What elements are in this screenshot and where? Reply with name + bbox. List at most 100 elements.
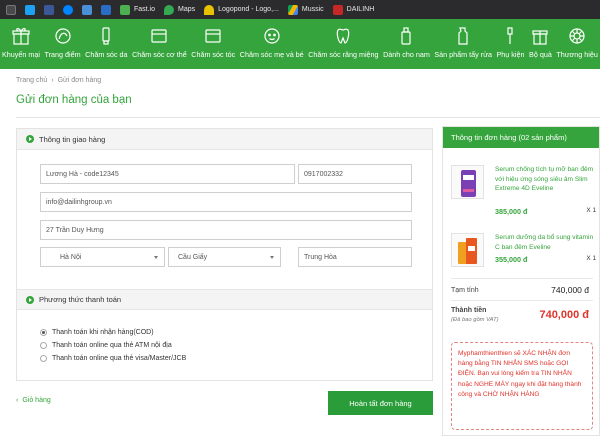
breadcrumb-separator: › <box>51 77 54 84</box>
confirmation-notice: Myphamthienthien sẽ XÁC NHẬN đơn hàng bằ… <box>451 342 593 430</box>
category-cham-soc-toc[interactable]: Chăm sóc tóc <box>191 19 235 69</box>
category-label: Thương hiệu <box>556 50 598 59</box>
category-label: Sản phẩm tẩy rửa <box>434 50 492 59</box>
makeup-icon <box>54 28 71 44</box>
payment-option-label: Thanh toán khi nhận hàng(COD) <box>52 329 154 336</box>
category-label: Dành cho nam <box>383 50 430 59</box>
district-value: Cầu Giấy <box>178 253 208 261</box>
bookmark-mussic[interactable]: Mussic <box>287 0 324 19</box>
bookmark-logopond[interactable]: Logopond - Logo,... <box>204 0 279 19</box>
bookmark-messenger[interactable] <box>63 0 73 19</box>
product-price: 385,000 đ <box>495 207 528 216</box>
bookmark-tab[interactable] <box>6 0 16 19</box>
drive-icon <box>287 4 298 15</box>
category-label: Bộ quà <box>529 50 552 59</box>
page-title: Gửi đơn hàng của bạn <box>16 94 132 106</box>
category-khuyen-mai[interactable]: Khuyến mại <box>2 19 40 69</box>
payment-heading: Phương thức thanh toán <box>39 295 122 304</box>
divider <box>451 300 593 301</box>
bookmark-label: Logopond - Logo,... <box>218 6 279 13</box>
category-danh-cho-nam[interactable]: Dành cho nam <box>383 19 430 69</box>
category-label: Chăm sóc cơ thể <box>132 50 187 59</box>
product-name[interactable]: Serum dưỡng da bổ sung vitamin C ban đêm… <box>495 233 598 252</box>
tooth-icon <box>337 28 350 44</box>
play-icon <box>26 295 34 304</box>
radio-button[interactable] <box>40 329 47 336</box>
category-me-va-be[interactable]: Chăm sóc mẹ và bé <box>240 19 304 69</box>
bookmark-dailinh[interactable]: DAILINH <box>332 0 375 19</box>
category-trang-diem[interactable]: Trang điểm <box>45 19 81 69</box>
product-qty: X 1 <box>586 255 596 262</box>
payment-option-label: Thanh toán online qua thẻ visa/Master/JC… <box>52 355 187 362</box>
total-note: (Đã bao gồm VAT) <box>451 317 499 323</box>
subtotal-label: Tạm tính <box>451 287 479 294</box>
complete-order-button[interactable]: Hoàn tất đơn hàng <box>328 391 433 415</box>
radio-button[interactable] <box>40 355 47 362</box>
product-price: 355,000 đ <box>495 255 528 264</box>
flag-icon <box>101 4 111 15</box>
payment-section-header: Phương thức thanh toán <box>17 289 432 310</box>
hair-icon <box>205 29 221 43</box>
category-bo-qua[interactable]: Bộ quà <box>529 19 552 69</box>
product-qty: X 1 <box>586 207 596 214</box>
chevron-down-icon <box>154 255 158 259</box>
category-cham-soc-da[interactable]: Chăm sóc da <box>85 19 128 69</box>
gift-box-icon <box>532 30 549 45</box>
category-thuong-hieu[interactable]: Thương hiệu <box>556 19 598 69</box>
bookmark-label: Fast.io <box>134 6 156 13</box>
email-field[interactable]: info@dailinhgroup.vn <box>40 192 412 212</box>
back-to-cart-link[interactable]: ‹ Giỏ hàng <box>16 397 51 404</box>
logopond-icon <box>204 4 215 15</box>
twitter-icon <box>25 4 35 15</box>
city-select[interactable]: Hà Nội <box>40 247 165 267</box>
chevron-down-icon <box>270 255 274 259</box>
breadcrumb: Trang chủ › Gửi đơn hàng <box>16 77 101 84</box>
category-label: Khuyến mại <box>2 50 40 59</box>
brush-icon <box>507 27 514 44</box>
payment-option-atm[interactable]: Thanh toán online qua thẻ ATM nội địa <box>40 342 172 349</box>
gift-icon <box>12 28 30 45</box>
total-value: 740,000 đ <box>539 309 589 321</box>
product-name[interactable]: Serum chống tích tụ mỡ ban đêm với hiệu … <box>495 165 598 194</box>
messenger-icon <box>63 4 73 15</box>
radio-button[interactable] <box>40 342 47 349</box>
ward-field[interactable]: Trung Hòa <box>298 247 412 267</box>
summary-heading: Thông tin đơn hàng (02 sản phẩm) <box>443 127 599 148</box>
city-value: Hà Nội <box>60 253 82 261</box>
breadcrumb-home[interactable]: Trang chủ <box>16 77 47 84</box>
fastio-icon <box>120 4 130 15</box>
bookmarks-bar: Fast.io Maps Logopond - Logo,... Mussic … <box>0 0 600 19</box>
bookmark-grid[interactable] <box>82 0 92 19</box>
tab-icon <box>6 4 16 15</box>
breadcrumb-current: Gửi đơn hàng <box>57 77 102 84</box>
chevron-left-icon: ‹ <box>16 397 19 404</box>
bookmark-flag[interactable] <box>101 0 111 19</box>
divider <box>16 117 600 118</box>
payment-option-visa[interactable]: Thanh toán online qua thẻ visa/Master/JC… <box>40 355 186 362</box>
bookmark-label: DAILINH <box>346 6 375 13</box>
bookmark-facebook[interactable] <box>44 0 54 19</box>
grid-icon <box>82 4 92 15</box>
category-label: Chăm sóc mẹ và bé <box>239 50 304 59</box>
phone-field[interactable]: 0917002332 <box>298 164 412 184</box>
bookmark-twitter[interactable] <box>25 0 35 19</box>
category-cham-soc-co-the[interactable]: Chăm sóc cơ thể <box>132 19 187 69</box>
delivery-section-header: Thông tin giao hàng <box>17 129 432 150</box>
bookmark-maps[interactable]: Maps <box>164 0 195 19</box>
category-nav: Khuyến mại Trang điểm Chăm sóc da Chăm s… <box>0 19 600 69</box>
play-icon <box>26 135 34 143</box>
address-field[interactable]: 27 Trần Duy Hưng <box>40 220 412 240</box>
name-field[interactable]: Lương Hà - code12345 <box>40 164 295 184</box>
district-select[interactable]: Cầu Giấy <box>168 247 281 267</box>
product-image <box>451 165 484 199</box>
bookmark-fastio[interactable]: Fast.io <box>120 0 155 19</box>
category-label: Chăm sóc tóc <box>191 50 236 59</box>
category-phu-kien[interactable]: Phụ kiện <box>497 19 524 69</box>
bottle-icon <box>401 27 412 45</box>
checkout-form: Thông tin giao hàng Lương Hà - code12345… <box>16 128 433 381</box>
tube-icon <box>102 27 110 45</box>
category-rang-mieng[interactable]: Chăm sóc răng miệng <box>308 19 379 69</box>
payment-option-cod[interactable]: Thanh toán khi nhận hàng(COD) <box>40 329 154 336</box>
baby-icon <box>264 28 280 44</box>
category-tay-rua[interactable]: Sản phẩm tẩy rửa <box>434 19 492 69</box>
